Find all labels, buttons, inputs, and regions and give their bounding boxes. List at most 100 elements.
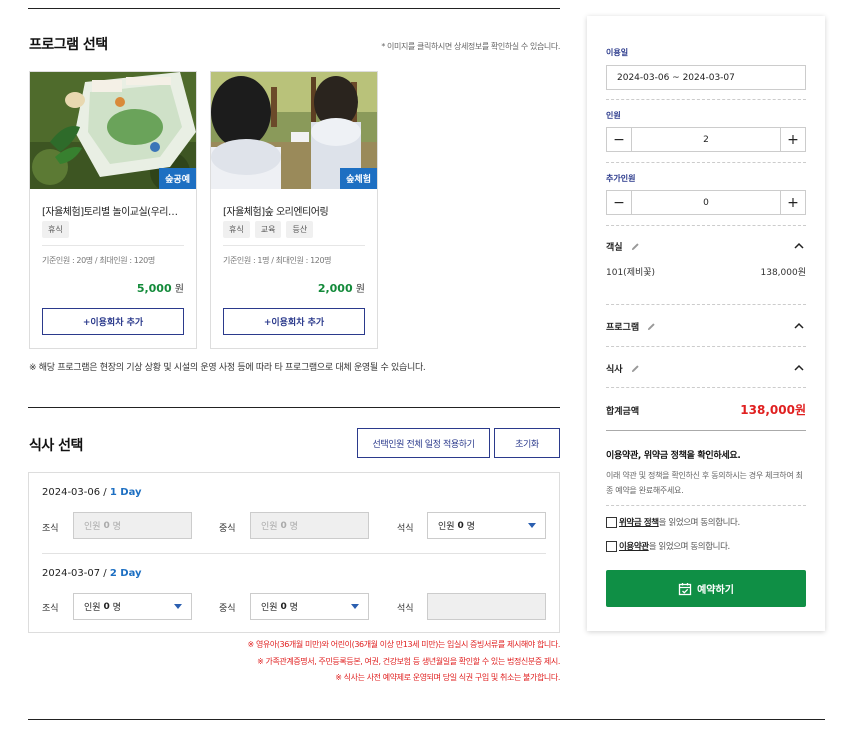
reserve-button[interactable]: 예약하기 bbox=[606, 570, 806, 607]
meal-count: 0 bbox=[280, 601, 287, 612]
meal-count-suffix: 명 bbox=[112, 603, 121, 613]
meal-warning: ※ 가족관계증명서, 주민등록등본, 여권, 건강보험 등 생년월일을 확인할 … bbox=[257, 657, 560, 666]
apply-all-button[interactable]: 선택인원 전체 일정 적용하기 bbox=[357, 428, 490, 458]
add-session-button[interactable]: +이용회차 추가 bbox=[42, 308, 184, 335]
add-session-button[interactable]: +이용회차 추가 bbox=[223, 308, 365, 335]
card-divider bbox=[42, 245, 184, 246]
meal-label-lunch: 중식 bbox=[219, 524, 236, 534]
program-tag: 교육 bbox=[254, 221, 282, 238]
people-stepper: − 2 + bbox=[606, 127, 806, 152]
program-section-title: 프로그램 선택 bbox=[29, 37, 108, 53]
people-decrement-button[interactable]: − bbox=[607, 128, 632, 151]
meal-label-dinner: 석식 bbox=[397, 524, 414, 534]
dashed-divider bbox=[606, 225, 806, 226]
reset-button[interactable]: 초기화 bbox=[494, 428, 560, 458]
total-divider bbox=[606, 430, 806, 431]
meal-count-prefix: 인원 bbox=[261, 522, 278, 532]
program-thumbnail[interactable]: 숲공예 bbox=[30, 72, 196, 189]
chevron-up-icon[interactable] bbox=[793, 322, 805, 330]
program-capacity: 기준인원 : 20명 / 최대인원 : 120명 bbox=[42, 256, 155, 265]
meal-count: 0 bbox=[103, 601, 110, 612]
terms-link[interactable]: 이용약관 bbox=[619, 540, 649, 552]
chevron-down-icon bbox=[351, 604, 359, 609]
day-number: 2 Day bbox=[109, 568, 142, 579]
people-label: 인원 bbox=[606, 111, 621, 120]
day-heading: 2024-03-07 / 2 Day bbox=[42, 568, 142, 579]
day-date: 2024-03-06 bbox=[42, 487, 101, 498]
program-tag: 휴식 bbox=[223, 221, 250, 238]
day-date: 2024-03-07 bbox=[42, 568, 101, 579]
date-range-field[interactable]: 2024-03-06 ~ 2024-03-07 bbox=[606, 65, 806, 90]
pencil-icon bbox=[631, 365, 639, 373]
terms-text: 을 읽었으며 동의합니다. bbox=[648, 542, 731, 552]
top-divider bbox=[28, 8, 560, 9]
people-increment-button[interactable]: + bbox=[780, 128, 805, 151]
program-tags: 휴식 bbox=[42, 221, 69, 238]
meal-section-header[interactable]: 식사 bbox=[606, 362, 640, 375]
day-divider bbox=[42, 553, 546, 554]
meal-count: 0 bbox=[280, 520, 287, 531]
extra-decrement-button[interactable]: − bbox=[607, 191, 632, 214]
program-name[interactable]: [자율체험]토리별 놀이교실(우리… bbox=[42, 203, 188, 218]
dashed-divider bbox=[606, 304, 806, 305]
meal-count-prefix: 인원 bbox=[84, 603, 101, 613]
policy-title: 이용약관, 위약금 정책을 확인하세요. bbox=[606, 451, 741, 461]
section-divider bbox=[28, 407, 560, 408]
refund-policy-checkbox[interactable] bbox=[606, 516, 617, 528]
room-price: 138,000원 bbox=[760, 268, 807, 278]
card-divider bbox=[223, 245, 365, 246]
price-unit: 원 bbox=[355, 284, 365, 295]
pencil-icon bbox=[631, 243, 639, 251]
extra-increment-button[interactable]: + bbox=[780, 191, 805, 214]
extra-people-value: 0 bbox=[703, 197, 709, 208]
program-capacity: 기준인원 : 1명 / 최대인원 : 120명 bbox=[223, 256, 332, 265]
meal-label-breakfast: 조식 bbox=[42, 604, 59, 614]
room-section-header[interactable]: 객실 bbox=[606, 240, 640, 253]
program-price: 5,000 원 bbox=[137, 280, 184, 295]
dinner-count-select bbox=[427, 593, 546, 620]
dashed-divider bbox=[606, 162, 806, 163]
total-amount: 138,000원 bbox=[740, 403, 806, 417]
extra-people-label: 추가인원 bbox=[606, 174, 636, 183]
program-section-header[interactable]: 프로그램 bbox=[606, 320, 656, 333]
dashed-divider bbox=[606, 387, 806, 388]
refund-policy-text: 을 읽었으며 동의합니다. bbox=[658, 518, 741, 528]
chevron-down-icon bbox=[174, 604, 182, 609]
terms-checkbox[interactable] bbox=[606, 540, 617, 552]
program-price-value: 5,000 bbox=[136, 282, 172, 295]
date-label: 이용일 bbox=[606, 48, 629, 57]
meal-warning: ※ 식사는 사전 예약제로 운영되며 당일 식권 구입 및 취소는 불가합니다. bbox=[335, 673, 560, 682]
chevron-up-icon[interactable] bbox=[793, 242, 805, 250]
meal-warning: ※ 영유아(36개월 미만)와 어린이(36개월 이상 만13세 미만)는 입실… bbox=[247, 640, 561, 649]
price-unit: 원 bbox=[174, 284, 184, 295]
reserve-label: 예약하기 bbox=[697, 585, 734, 596]
program-tag: 휴식 bbox=[42, 221, 69, 238]
meal-summary-label: 식사 bbox=[606, 365, 623, 375]
meal-count: 0 bbox=[103, 520, 110, 531]
lunch-count-select[interactable]: 인원 0 명 bbox=[250, 593, 369, 620]
breakfast-count-select[interactable]: 인원 0 명 bbox=[73, 593, 192, 620]
program-summary-label: 프로그램 bbox=[606, 323, 640, 333]
program-name[interactable]: [자율체험]숲 오리엔티어링 bbox=[223, 203, 369, 218]
program-card: 숲체험 [자율체험]숲 오리엔티어링 휴식 교육 등산 기준인원 : 1명 / … bbox=[210, 71, 378, 349]
meal-schedule-box: 2024-03-06 / 1 Day 조식 인원 0 명 중식 인원 0 명 석… bbox=[28, 472, 560, 633]
program-notice: ※ 해당 프로그램은 현장의 기상 상황 및 시설의 운영 사정 등에 따라 타… bbox=[29, 363, 426, 373]
dashed-divider bbox=[606, 505, 806, 506]
program-card: 숲공예 [자율체험]토리별 놀이교실(우리… 휴식 기준인원 : 20명 / 최… bbox=[29, 71, 197, 349]
program-price-value: 2,000 bbox=[317, 282, 353, 295]
meal-section-title: 식사 선택 bbox=[29, 438, 83, 454]
reservation-sidebar: 이용일 2024-03-06 ~ 2024-03-07 인원 − 2 + 추가인… bbox=[587, 16, 825, 631]
meal-count: 0 bbox=[457, 520, 464, 531]
program-category-badge: 숲공예 bbox=[159, 168, 196, 189]
refund-policy-link[interactable]: 위약금 정책 bbox=[619, 516, 659, 528]
dinner-count-select[interactable]: 인원 0 명 bbox=[427, 512, 546, 539]
terms-agreement: 이용약관 을 읽었으며 동의합니다. bbox=[606, 540, 730, 552]
dashed-divider bbox=[606, 346, 806, 347]
calendar-check-icon bbox=[678, 582, 692, 595]
chevron-up-icon[interactable] bbox=[793, 364, 805, 372]
bottom-divider bbox=[28, 719, 825, 720]
program-tag: 등산 bbox=[286, 221, 314, 238]
program-thumbnail[interactable]: 숲체험 bbox=[211, 72, 377, 189]
extra-people-stepper: − 0 + bbox=[606, 190, 806, 215]
policy-description: 이래 약관 및 정책을 확인하신 후 동의하시는 경우 체크하여 최종 예약을 … bbox=[606, 471, 803, 495]
